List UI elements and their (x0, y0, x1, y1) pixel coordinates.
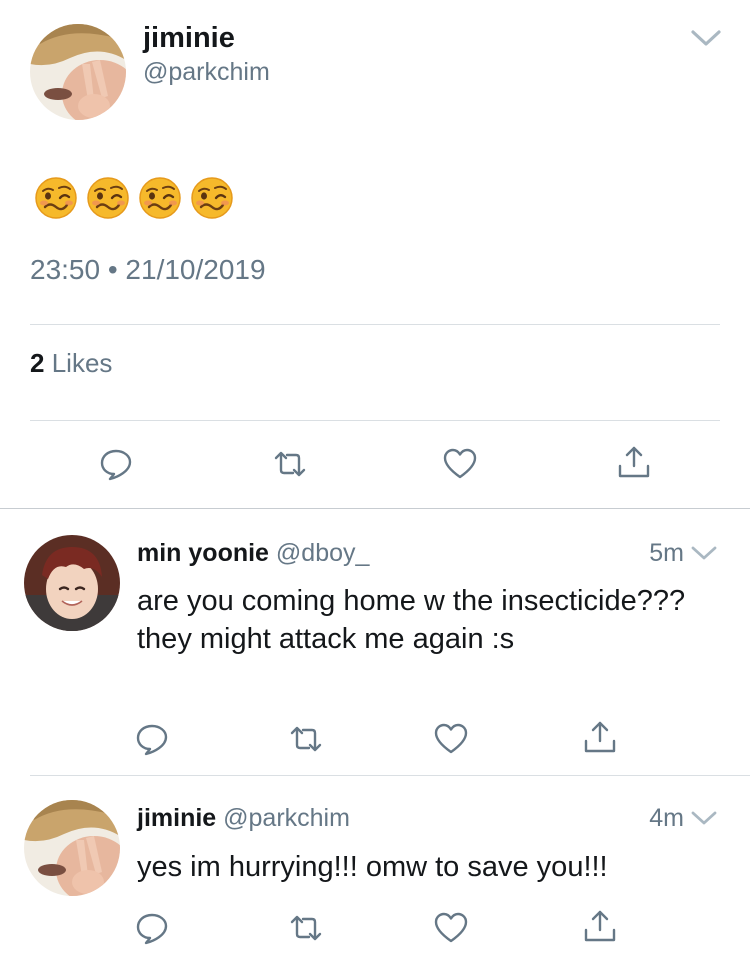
likes-number: 2 (30, 348, 45, 378)
avatar[interactable] (24, 800, 120, 896)
reply-time[interactable]: 4m (649, 804, 684, 833)
retweet-icon (290, 726, 322, 752)
retweet-button[interactable] (288, 721, 324, 757)
reply-icon (136, 724, 168, 756)
reply-text: are you coming home w the insecticide???… (137, 585, 686, 655)
retweet-icon (290, 915, 322, 941)
reply-button[interactable] (134, 721, 170, 757)
main-tweet: jiminie @parkchim 23:50 • 21/10/2019 2 L… (0, 0, 750, 508)
author-handle[interactable]: @parkchim (223, 804, 350, 832)
reply-time[interactable]: 5m (649, 539, 684, 568)
tweet-thread-page: jiminie @parkchim 23:50 • 21/10/2019 2 L… (0, 0, 750, 969)
woozy-face-icon (139, 177, 181, 219)
avatar[interactable] (30, 24, 126, 120)
avatar-image (30, 24, 126, 120)
reply-button[interactable] (98, 446, 134, 482)
tweet-timestamp[interactable]: 23:50 • 21/10/2019 (30, 254, 266, 286)
reply-header: jiminie @parkchim (137, 804, 350, 833)
woozy-face-icon (191, 177, 233, 219)
share-icon (584, 910, 616, 942)
avatar-image (24, 800, 120, 896)
author-name[interactable]: jiminie (143, 22, 235, 55)
divider (30, 420, 720, 421)
likes-label: Likes (51, 348, 113, 378)
share-button[interactable] (582, 908, 618, 944)
heart-icon (443, 448, 477, 479)
share-button[interactable] (616, 444, 652, 480)
reply-header: min yoonie @dboy_ (137, 539, 369, 568)
share-button[interactable] (582, 719, 618, 755)
avatar-image (24, 535, 120, 631)
author-handle[interactable]: @parkchim (143, 58, 270, 87)
share-icon (618, 446, 650, 478)
reply-tweet[interactable]: jiminie @parkchim 4m yes im hurrying!!! … (0, 776, 750, 969)
reply-icon (136, 913, 168, 945)
chevron-down-icon[interactable] (690, 26, 722, 50)
divider (30, 324, 720, 325)
woozy-face-icon (87, 177, 129, 219)
chevron-down-icon[interactable] (690, 808, 718, 828)
heart-icon (434, 723, 468, 754)
retweet-button[interactable] (288, 910, 324, 946)
woozy-face-icon (35, 177, 77, 219)
reply-icon (100, 449, 132, 481)
tweet-text (34, 176, 234, 220)
author-name[interactable]: jiminie (137, 804, 216, 832)
likes-count[interactable]: 2 Likes (30, 348, 112, 379)
retweet-icon (274, 451, 306, 477)
reply-button[interactable] (134, 910, 170, 946)
like-button[interactable] (442, 446, 478, 482)
retweet-button[interactable] (272, 446, 308, 482)
reply-text: yes im hurrying!!! omw to save you!!! (137, 851, 608, 883)
avatar[interactable] (24, 535, 120, 631)
reply-tweet[interactable]: min yoonie @dboy_ 5m are you coming home… (0, 509, 750, 775)
heart-icon (434, 912, 468, 943)
author-name[interactable]: min yoonie (137, 539, 269, 567)
share-icon (584, 721, 616, 753)
like-button[interactable] (433, 721, 469, 757)
author-handle[interactable]: @dboy_ (276, 539, 370, 567)
like-button[interactable] (433, 910, 469, 946)
chevron-down-icon[interactable] (690, 543, 718, 563)
